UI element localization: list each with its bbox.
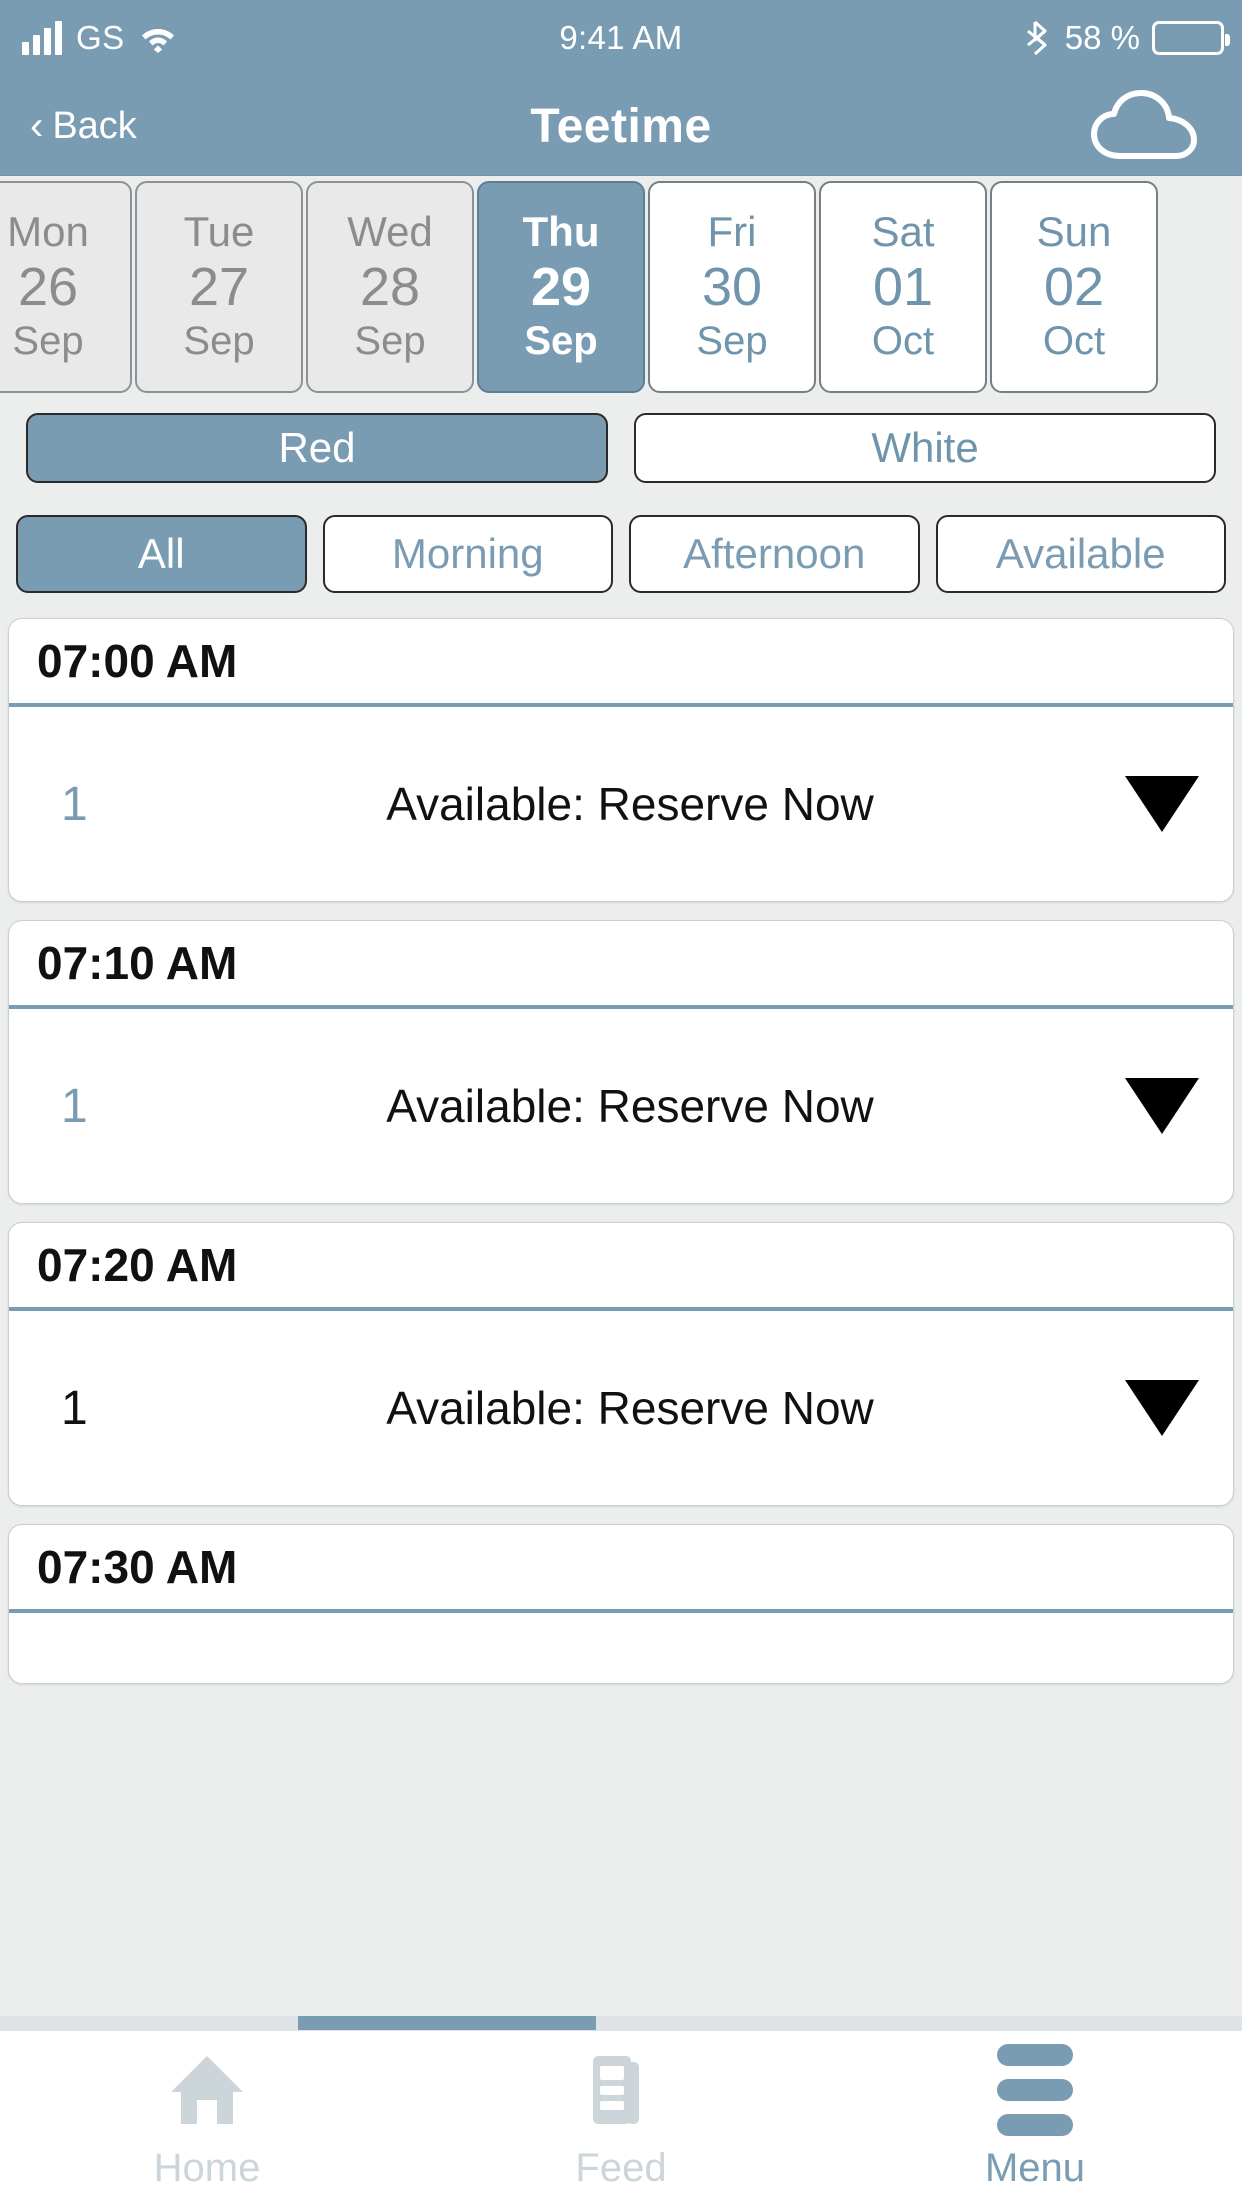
chevron-down-icon[interactable] <box>1109 1078 1199 1134</box>
bluetooth-icon <box>1026 20 1053 56</box>
date-cell-day: 02 <box>1043 257 1105 317</box>
date-cell-weekday: Sun <box>1036 208 1112 255</box>
course-segment-control[interactable]: Red White <box>0 398 1242 498</box>
teetime-card[interactable]: 07:00 AM 1 Available: Reserve Now <box>8 618 1234 902</box>
teetime-card[interactable]: 07:10 AM 1 Available: Reserve Now <box>8 920 1234 1204</box>
date-cell-sun[interactable]: Sun 02 Oct <box>990 181 1158 393</box>
date-cell-day: 28 <box>359 257 421 317</box>
date-cell-month: Sep <box>183 319 255 363</box>
date-cell-month: Sep <box>12 319 84 363</box>
date-cell-day: 30 <box>701 257 763 317</box>
date-cell-month: Sep <box>524 319 598 363</box>
date-cell-day: 26 <box>17 257 79 317</box>
status-bar: GS 9:41 AM 58 % <box>0 0 1242 76</box>
battery-percent-label: 58 % <box>1064 19 1140 56</box>
date-cell-month: Sep <box>696 319 768 363</box>
teetime-time-label: 07:30 AM <box>9 1525 1233 1613</box>
battery-icon <box>1152 21 1230 55</box>
date-cell-day: 29 <box>530 257 592 317</box>
teetime-time-label: 07:00 AM <box>9 619 1233 707</box>
scrollbar-thumb[interactable] <box>298 2016 597 2030</box>
date-cell-weekday: Fri <box>707 208 757 255</box>
date-selector-strip[interactable]: Mon 26 Sep Tue 27 Sep Wed 28 Sep Thu 29 Sep Fri 30 Sep… <box>0 176 1242 398</box>
date-cell-thu[interactable]: Thu 29 Sep <box>477 181 645 393</box>
hamburger-menu-icon <box>993 2044 1077 2136</box>
course-option-white[interactable]: White <box>634 413 1216 483</box>
date-cell-weekday: Tue <box>183 208 255 255</box>
tab-feed[interactable]: Feed <box>414 2031 828 2208</box>
date-cell-weekday: Mon <box>7 208 89 255</box>
teetime-time-label: 07:10 AM <box>9 921 1233 1009</box>
teetime-slot-row[interactable]: 1 Available: Reserve Now <box>9 707 1233 901</box>
slot-count: 1 <box>61 777 88 831</box>
date-cell-month: Oct <box>871 319 935 363</box>
slot-status-label: Available: Reserve Now <box>386 778 874 830</box>
teetime-slot-row[interactable]: 1 Available: Reserve Now <box>9 1311 1233 1505</box>
filter-tab-all[interactable]: All <box>16 515 307 593</box>
date-cell-sat[interactable]: Sat 01 Oct <box>819 181 987 393</box>
teetime-slot-row[interactable]: 1 Available: Reserve Now <box>9 1009 1233 1203</box>
date-cell-tue: Tue 27 Sep <box>135 181 303 393</box>
nav-header: ‹ Back Teetime <box>0 76 1242 176</box>
tab-home[interactable]: Home <box>0 2031 414 2208</box>
date-cell-weekday: Sat <box>871 208 935 255</box>
bottom-tab-bar[interactable]: Home Feed Menu <box>0 2030 1242 2208</box>
date-cell-fri[interactable]: Fri 30 Sep <box>648 181 816 393</box>
document-icon <box>579 2048 663 2132</box>
date-cell-wed: Wed 28 Sep <box>306 181 474 393</box>
tab-label: Home <box>153 2146 261 2190</box>
filter-tab-row[interactable]: All Morning Afternoon Available <box>0 498 1242 610</box>
slot-status-label: Available: Reserve Now <box>386 1080 874 1132</box>
teetime-slot-row[interactable] <box>9 1613 1233 1683</box>
date-cell-weekday: Thu <box>522 208 600 255</box>
app-screen: GS 9:41 AM 58 % ‹ Back Teetime Mon 26 Se… <box>0 0 1242 2208</box>
teetime-time-label: 07:20 AM <box>9 1223 1233 1311</box>
date-cell-weekday: Wed <box>347 208 433 255</box>
filter-tab-available[interactable]: Available <box>935 515 1226 593</box>
date-cell-day: 01 <box>872 257 934 317</box>
cloud-icon[interactable] <box>1090 89 1200 162</box>
chevron-down-icon[interactable] <box>1109 776 1199 832</box>
slot-count: 1 <box>61 1381 88 1435</box>
home-icon <box>165 2048 249 2132</box>
date-cell-month: Sep <box>354 319 426 363</box>
chevron-down-icon[interactable] <box>1109 1380 1199 1436</box>
filter-tab-morning[interactable]: Morning <box>322 515 613 593</box>
date-cell-month: Oct <box>1042 319 1106 363</box>
teetime-card[interactable]: 07:20 AM 1 Available: Reserve Now <box>8 1222 1234 1506</box>
slot-status-label: Available: Reserve Now <box>386 1382 874 1434</box>
date-cell-mon: Mon 26 Sep <box>0 181 132 393</box>
date-cell-day: 27 <box>188 257 250 317</box>
page-title: Teetime <box>530 99 712 153</box>
course-option-red[interactable]: Red <box>26 413 608 483</box>
filter-tab-afternoon[interactable]: Afternoon <box>629 515 920 593</box>
tab-label: Feed <box>575 2146 667 2190</box>
teetime-list[interactable]: 07:00 AM 1 Available: Reserve Now 07:10 AM 1… <box>0 610 1242 2030</box>
teetime-card[interactable]: 07:30 AM <box>8 1524 1234 1684</box>
tab-label: Menu <box>984 2146 1086 2190</box>
status-bar-right: 58 % <box>1026 0 1230 76</box>
teetime-card-container: 07:00 AM 1 Available: Reserve Now 07:10 AM 1… <box>8 618 1234 1684</box>
horizontal-scrollbar[interactable] <box>0 2016 1242 2030</box>
slot-count: 1 <box>61 1079 88 1133</box>
tab-menu[interactable]: Menu <box>828 2031 1242 2208</box>
